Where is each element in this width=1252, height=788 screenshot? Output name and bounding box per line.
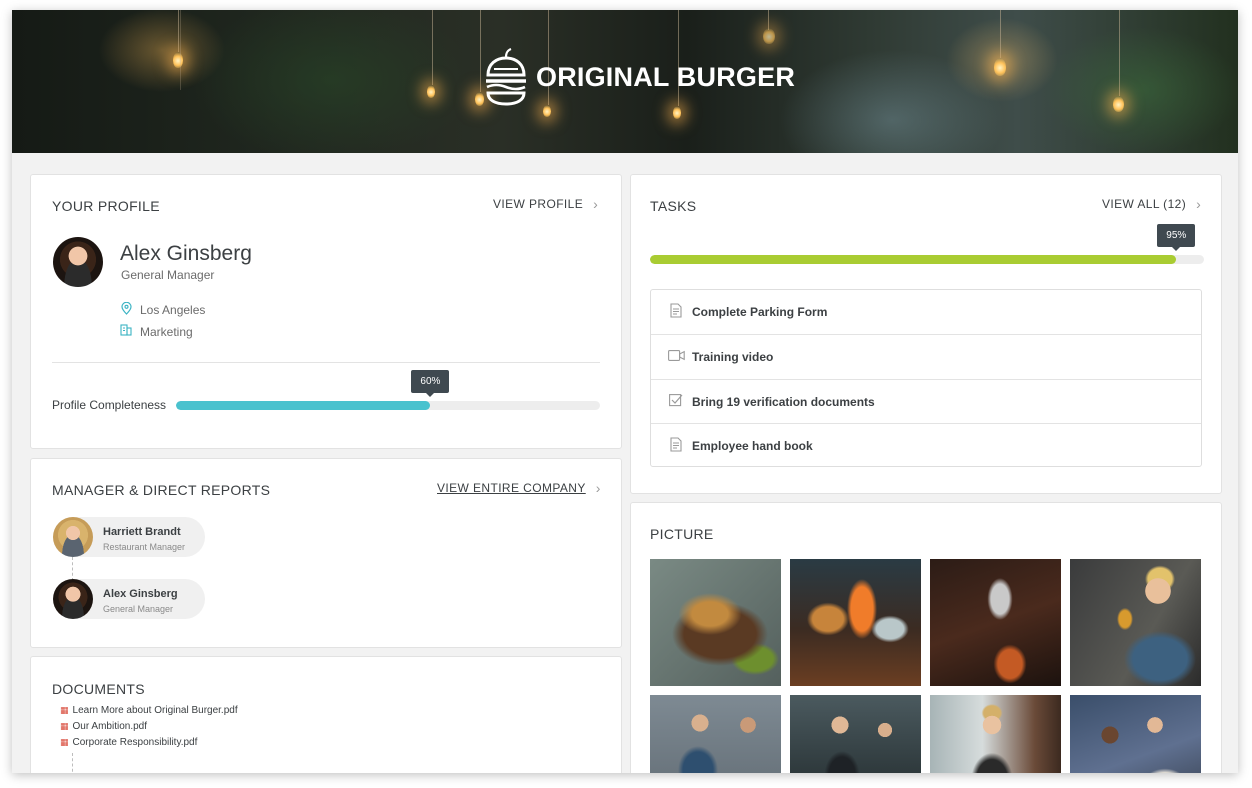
profile-card-title: YOUR PROFILE [52, 198, 160, 214]
barista-photo[interactable] [930, 695, 1061, 773]
document-link[interactable]: ▦ Corporate Responsibility.pdf [60, 737, 197, 748]
completeness-bar [176, 401, 600, 410]
tasks-card-title: TASKS [650, 198, 697, 214]
task-item[interactable]: Complete Parking Form [651, 290, 1201, 334]
profile-department-text: Marketing [140, 324, 193, 339]
picture-card-title: PICTURE [650, 526, 714, 542]
task-item[interactable]: Bring 19 verification documents [651, 379, 1201, 423]
profile-location-text: Los Angeles [140, 303, 206, 317]
profile-card: YOUR PROFILE VIEW PROFILE › Alex Ginsber… [30, 174, 622, 449]
pdf-icon: ▦ [60, 705, 69, 715]
document-name: Corporate Responsibility.pdf [72, 737, 198, 748]
burger-photo[interactable] [790, 559, 921, 686]
burger-logo-icon [486, 47, 526, 106]
view-profile-link[interactable]: VIEW PROFILE › [493, 196, 598, 212]
person-chip[interactable]: Alex Ginsberg General Manager [53, 579, 205, 619]
bartender-photo[interactable] [1070, 559, 1201, 686]
task-label: Employee hand book [692, 438, 813, 453]
task-label: Bring 19 verification documents [692, 394, 875, 409]
chevron-right-icon: › [1196, 196, 1202, 212]
pdf-icon: ▦ [60, 721, 69, 731]
completeness-bar-fill [176, 401, 431, 410]
document-name: Learn More about Original Burger.pdf [72, 705, 238, 716]
chevron-right-icon: › [593, 196, 599, 212]
documents-card: DOCUMENTS ▦ Learn More about Original Bu… [30, 656, 622, 773]
task-item[interactable]: Training video [651, 334, 1201, 378]
person-role: Restaurant Manager [103, 542, 186, 552]
person-name: Alex Ginsberg [103, 588, 178, 600]
document-icon [668, 303, 684, 321]
document-icon [668, 436, 684, 455]
view-all-tasks-link[interactable]: VIEW ALL (12) › [1102, 196, 1201, 212]
person-role: General Manager [103, 604, 174, 614]
avatar [53, 579, 93, 619]
tasks-progress-bar [650, 255, 1204, 264]
task-label: Training video [692, 349, 774, 364]
header-banner: ORIGINAL BURGER [12, 10, 1238, 153]
reports-card-title: MANAGER & DIRECT REPORTS [52, 482, 271, 498]
beer-tap-photo[interactable] [930, 559, 1061, 686]
tasks-card: TASKS VIEW ALL (12) › 95% Complete Parki… [630, 174, 1222, 494]
warehouse-photo[interactable] [650, 695, 781, 773]
tasks-progress-tooltip: 95% [1157, 224, 1196, 251]
app-frame: ORIGINAL BURGER YOUR PROFILE VIEW PROFIL… [12, 10, 1238, 773]
view-entire-company-label: VIEW ENTIRE COMPANY [437, 481, 586, 495]
hierarchy-connector [72, 557, 73, 581]
completeness-value: 60% [420, 376, 441, 387]
location-pin-icon [120, 301, 132, 318]
profile-divider [52, 362, 600, 363]
task-list: Complete Parking Form Training video Bri… [650, 289, 1202, 467]
completeness-tooltip: 60% [411, 370, 450, 397]
friends-photo[interactable] [1070, 695, 1201, 773]
document-link[interactable]: ▦ Learn More about Original Burger.pdf [60, 705, 238, 716]
profile-name: Alex Ginsberg [120, 242, 252, 265]
document-link[interactable]: ▦ Our Ambition.pdf [60, 721, 147, 732]
profile-avatar[interactable] [53, 237, 103, 287]
view-entire-company-link[interactable]: VIEW ENTIRE COMPANY › [437, 480, 601, 496]
reports-card: MANAGER & DIRECT REPORTS VIEW ENTIRE COM… [30, 458, 622, 648]
tasks-progress-fill [650, 255, 1177, 264]
person-chip[interactable]: Harriett Brandt Restaurant Manager [53, 517, 205, 557]
profile-role: General Manager [121, 268, 215, 282]
documents-card-title: DOCUMENTS [52, 681, 145, 697]
picture-card: PICTURE [630, 502, 1222, 773]
avatar [53, 517, 93, 557]
tasks-progress-value: 95% [1166, 230, 1187, 241]
document-name: Our Ambition.pdf [72, 721, 147, 732]
completeness-label: Profile Completeness [52, 398, 167, 412]
task-item[interactable]: Employee hand book [651, 423, 1201, 467]
view-profile-label: VIEW PROFILE [493, 197, 584, 211]
food-photo[interactable] [650, 559, 781, 686]
profile-department: Marketing [120, 324, 193, 339]
view-all-tasks-label: VIEW ALL (12) [1102, 197, 1187, 211]
waitress-photo[interactable] [790, 695, 921, 773]
document-connector [72, 753, 73, 773]
profile-location: Los Angeles [120, 301, 206, 318]
brand-name: ORIGINAL BURGER [536, 61, 796, 92]
task-label: Complete Parking Form [692, 305, 828, 319]
checkbox-icon [668, 393, 684, 410]
building-icon [120, 324, 132, 339]
pdf-icon: ▦ [60, 737, 69, 747]
video-icon [668, 349, 685, 364]
chevron-right-icon: › [595, 480, 601, 496]
person-name: Harriett Brandt [103, 526, 181, 538]
brand-logo: ORIGINAL BURGER [484, 47, 795, 107]
